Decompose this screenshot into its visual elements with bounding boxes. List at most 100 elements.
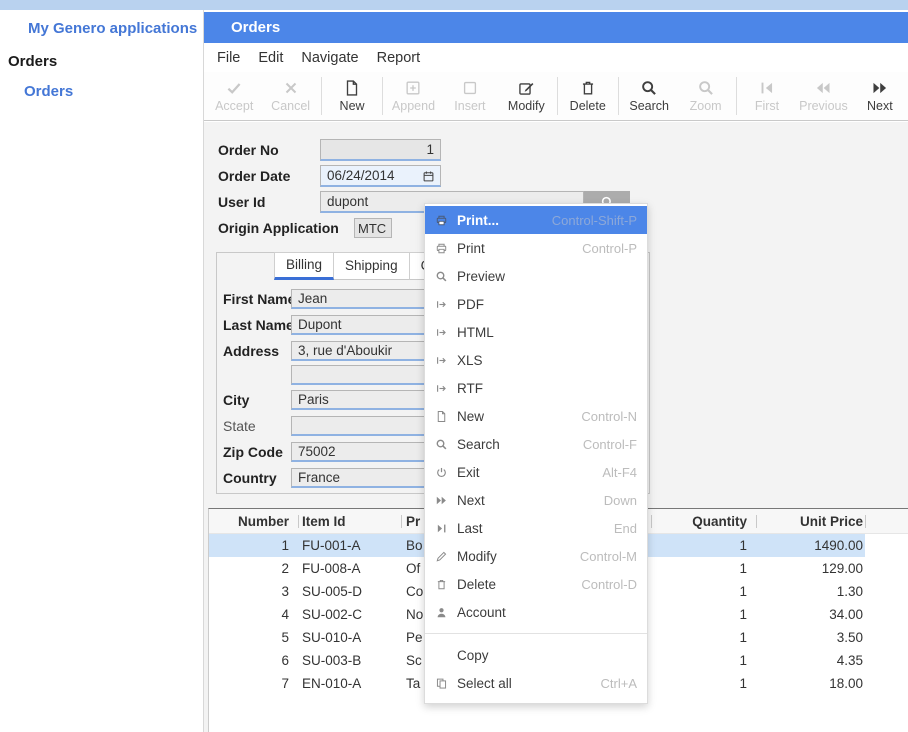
last-record-icon xyxy=(435,522,448,535)
context-menu-item-delete[interactable]: Delete Control-D xyxy=(425,570,647,598)
export-icon xyxy=(435,326,448,339)
pencil-square-icon xyxy=(517,79,535,97)
application-window: My Genero applications Orders Orders Ord… xyxy=(0,0,908,732)
search-button[interactable]: Search xyxy=(621,74,677,118)
toolbar-separator xyxy=(557,77,558,115)
context-menu-item-select-all[interactable]: Select all Ctrl+A xyxy=(425,669,647,697)
menu-report[interactable]: Report xyxy=(368,50,430,66)
order-no-field[interactable] xyxy=(320,139,441,161)
x-icon xyxy=(282,79,300,97)
magnifier-icon xyxy=(640,79,658,97)
context-menu-item-print-dialog[interactable]: Print... Control-Shift-P xyxy=(425,206,647,234)
window-titlebar: Orders xyxy=(204,12,908,43)
context-menu-separator xyxy=(425,633,647,634)
top-strip xyxy=(0,0,908,10)
new-document-icon xyxy=(343,79,361,97)
next-record-icon xyxy=(871,79,889,97)
sidebar-group-label: Orders xyxy=(8,53,57,70)
menu-file[interactable]: File xyxy=(208,50,249,66)
square-icon xyxy=(461,79,479,97)
context-menu-item-preview[interactable]: Preview xyxy=(425,262,647,290)
toolbar-separator xyxy=(321,77,322,115)
country-label: Country xyxy=(223,468,277,488)
context-menu-item-xls[interactable]: XLS xyxy=(425,346,647,374)
append-button[interactable]: Append xyxy=(385,74,441,118)
menubar: File Edit Navigate Report xyxy=(204,43,908,72)
zoom-button[interactable]: Zoom xyxy=(677,74,733,118)
toolbar: Accept Cancel New Append Insert xyxy=(204,72,908,121)
calendar-icon[interactable] xyxy=(422,170,435,183)
pencil-icon xyxy=(435,550,448,563)
magnifier-icon xyxy=(697,79,715,97)
origin-application-label: Origin Application xyxy=(218,217,339,239)
menu-navigate[interactable]: Navigate xyxy=(292,50,367,66)
next-button[interactable]: Next xyxy=(852,74,908,118)
zip-code-label: Zip Code xyxy=(223,442,283,462)
menu-item-icon-empty xyxy=(435,649,448,662)
modify-button[interactable]: Modify xyxy=(498,74,554,118)
menu-edit[interactable]: Edit xyxy=(249,50,292,66)
context-menu-item-last[interactable]: Last End xyxy=(425,514,647,542)
cancel-button[interactable]: Cancel xyxy=(262,74,318,118)
first-name-label: First Name xyxy=(223,289,295,309)
printer-icon xyxy=(435,242,448,255)
order-no-label: Order No xyxy=(218,139,279,161)
insert-button[interactable]: Insert xyxy=(442,74,498,118)
context-menu-item-copy[interactable]: Copy xyxy=(425,641,647,669)
export-icon xyxy=(435,298,448,311)
person-icon xyxy=(435,606,448,619)
column-header-quantity[interactable]: Quantity xyxy=(651,509,756,534)
city-label: City xyxy=(223,390,249,410)
state-label: State xyxy=(223,416,256,436)
context-menu-item-search[interactable]: Search Control-F xyxy=(425,430,647,458)
sidebar-item-orders[interactable]: Orders xyxy=(24,83,73,100)
context-menu-item-print[interactable]: Print Control-P xyxy=(425,234,647,262)
export-icon xyxy=(435,382,448,395)
new-button[interactable]: New xyxy=(324,74,380,118)
context-menu: Print... Control-Shift-P Print Control-P… xyxy=(424,203,648,704)
origin-application-field[interactable] xyxy=(354,218,392,238)
first-record-icon xyxy=(758,79,776,97)
column-header-filler xyxy=(865,509,908,534)
context-menu-item-account[interactable]: Account xyxy=(425,598,647,626)
delete-button[interactable]: Delete xyxy=(560,74,616,118)
export-icon xyxy=(435,354,448,367)
previous-record-icon xyxy=(814,79,832,97)
select-all-icon xyxy=(435,677,448,690)
column-header-unit-price[interactable]: Unit Price xyxy=(756,509,865,534)
order-date-label: Order Date xyxy=(218,165,290,187)
column-header-number[interactable]: Number xyxy=(209,509,298,534)
printer-icon xyxy=(435,214,448,227)
user-id-label: User Id xyxy=(218,191,265,213)
next-record-icon xyxy=(435,494,448,507)
address-label: Address xyxy=(223,341,279,361)
previous-button[interactable]: Previous xyxy=(795,74,851,118)
sidebar: My Genero applications Orders Orders xyxy=(0,10,204,732)
context-menu-item-pdf[interactable]: PDF xyxy=(425,290,647,318)
context-menu-item-exit[interactable]: Exit Alt-F4 xyxy=(425,458,647,486)
context-menu-item-rtf[interactable]: RTF xyxy=(425,374,647,402)
accept-button[interactable]: Accept xyxy=(206,74,262,118)
last-name-label: Last Name xyxy=(223,315,294,335)
check-icon xyxy=(225,79,243,97)
toolbar-separator xyxy=(382,77,383,115)
tab-billing[interactable]: Billing xyxy=(274,252,334,280)
sidebar-header-link[interactable]: My Genero applications xyxy=(28,20,197,37)
context-menu-item-modify[interactable]: Modify Control-M xyxy=(425,542,647,570)
magnifier-icon xyxy=(435,438,448,451)
magnifier-icon xyxy=(435,270,448,283)
plus-square-icon xyxy=(404,79,422,97)
first-button[interactable]: First xyxy=(739,74,795,118)
toolbar-separator xyxy=(618,77,619,115)
tab-shipping[interactable]: Shipping xyxy=(334,252,410,280)
toolbar-separator xyxy=(736,77,737,115)
trash-icon xyxy=(435,578,448,591)
context-menu-item-html[interactable]: HTML xyxy=(425,318,647,346)
new-document-icon xyxy=(435,410,448,423)
trash-icon xyxy=(579,79,597,97)
power-icon xyxy=(435,466,448,479)
context-menu-item-new[interactable]: New Control-N xyxy=(425,402,647,430)
page-title: Orders xyxy=(204,12,280,43)
context-menu-item-next[interactable]: Next Down xyxy=(425,486,647,514)
column-header-item-id[interactable]: Item Id xyxy=(298,509,401,534)
